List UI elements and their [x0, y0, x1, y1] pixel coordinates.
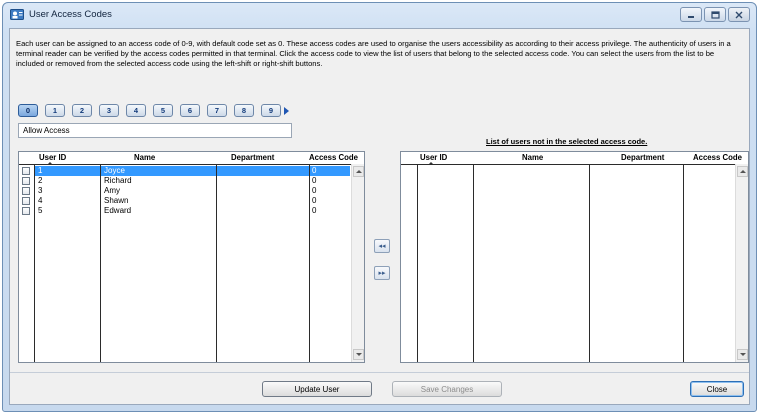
table-row[interactable]: 3 Amy 0	[19, 186, 364, 196]
arrow-up-icon	[355, 170, 362, 173]
minimize-icon	[688, 15, 694, 18]
window-title: User Access Codes	[29, 9, 112, 20]
cell-user-id: 5	[38, 206, 43, 215]
access-code-button-9[interactable]: 9	[261, 104, 281, 117]
table-row[interactable]: 2 Richard 0	[19, 176, 364, 186]
access-code-button-2[interactable]: 2	[72, 104, 92, 117]
maximize-button[interactable]	[704, 7, 726, 22]
cell-access-code: 0	[312, 166, 317, 175]
column-access-code[interactable]: Access Code	[693, 153, 742, 162]
arrow-up-icon	[739, 170, 746, 173]
maximize-icon	[710, 10, 720, 19]
right-shift-button[interactable]: ▸▸	[374, 266, 390, 280]
column-department[interactable]: Department	[231, 153, 274, 162]
right-list-title: List of users not in the selected access…	[486, 137, 648, 146]
column-department[interactable]: Department	[621, 153, 664, 162]
cell-name: Joyce	[104, 166, 125, 175]
access-code-button-8[interactable]: 8	[234, 104, 254, 117]
access-code-button-0[interactable]: 0	[18, 104, 38, 117]
title-bar[interactable]: User Access Codes	[3, 3, 756, 27]
access-code-button-3[interactable]: 3	[99, 104, 119, 117]
scroll-down-button[interactable]	[737, 349, 748, 360]
grid-header: User ID Name Department Access Code	[19, 152, 364, 165]
dialog-body: Each user can be assigned to an access c…	[9, 28, 750, 405]
table-row[interactable]: 4 Shawn 0	[19, 196, 364, 206]
cell-name: Edward	[104, 206, 132, 215]
cell-access-code: 0	[312, 196, 317, 205]
arrow-down-icon	[739, 353, 746, 356]
column-divider	[34, 164, 35, 362]
minimize-button[interactable]	[680, 7, 702, 22]
users-app-icon	[10, 9, 24, 20]
column-access-code[interactable]: Access Code	[309, 153, 358, 162]
row-checkbox[interactable]	[22, 187, 30, 195]
column-divider	[589, 164, 590, 362]
cell-user-id: 4	[38, 196, 43, 205]
grid-body: 1 Joyce 0 2 Richard 0 3 Amy 0 4 Shawn 0 5 Edward 0	[19, 164, 364, 362]
column-divider	[216, 164, 217, 362]
row-checkbox[interactable]	[22, 177, 30, 185]
table-row[interactable]: 5 Edward 0	[19, 206, 364, 216]
update-user-button[interactable]: Update User	[262, 381, 372, 397]
user-access-codes-window: User Access Codes Each user can be assig…	[2, 2, 757, 412]
save-changes-button[interactable]: Save Changes	[392, 381, 502, 397]
row-checkbox[interactable]	[22, 207, 30, 215]
cell-access-code: 0	[312, 206, 317, 215]
column-divider	[309, 164, 310, 362]
access-code-button-4[interactable]: 4	[126, 104, 146, 117]
close-button[interactable]: Close	[690, 381, 744, 397]
column-divider	[473, 164, 474, 362]
column-user-id[interactable]: User ID	[39, 153, 66, 162]
column-divider	[417, 164, 418, 362]
scroll-up-button[interactable]	[737, 166, 748, 177]
access-code-button-7[interactable]: 7	[207, 104, 227, 117]
row-highlight	[35, 166, 350, 176]
cell-name: Shawn	[104, 196, 129, 205]
users-not-in-code-grid[interactable]: User ID Name Department Access Code	[400, 151, 749, 363]
close-window-button[interactable]	[728, 7, 750, 22]
table-row[interactable]: 1 Joyce 0	[19, 166, 364, 176]
cell-access-code: 0	[312, 176, 317, 185]
grid-body	[401, 164, 748, 362]
row-checkbox[interactable]	[22, 167, 30, 175]
scroll-down-button[interactable]	[353, 349, 364, 360]
row-checkbox[interactable]	[22, 197, 30, 205]
cell-user-id: 2	[38, 176, 43, 185]
column-user-id[interactable]: User ID	[420, 153, 447, 162]
cell-access-code: 0	[312, 186, 317, 195]
footer-divider	[10, 372, 749, 373]
column-name[interactable]: Name	[134, 153, 155, 162]
users-in-code-grid[interactable]: User ID Name Department Access Code 1 Joy…	[18, 151, 365, 363]
column-name[interactable]: Name	[522, 153, 543, 162]
scroll-up-button[interactable]	[353, 166, 364, 177]
vertical-scrollbar[interactable]	[351, 164, 364, 362]
column-divider	[683, 164, 684, 362]
window-controls	[680, 7, 750, 22]
cell-user-id: 1	[38, 166, 43, 175]
left-shift-button[interactable]: ◂◂	[374, 239, 390, 253]
close-icon	[735, 11, 743, 18]
access-code-button-1[interactable]: 1	[45, 104, 65, 117]
access-code-name-field[interactable]: Allow Access	[18, 123, 292, 138]
arrow-down-icon	[355, 353, 362, 356]
grid-header: User ID Name Department Access Code	[401, 152, 748, 165]
vertical-scrollbar[interactable]	[735, 164, 748, 362]
cell-user-id: 3	[38, 186, 43, 195]
access-code-tabs: 0123456789	[18, 104, 289, 117]
column-divider	[100, 164, 101, 362]
instructions-text: Each user can be assigned to an access c…	[16, 39, 731, 68]
cell-name: Richard	[104, 176, 132, 185]
access-code-button-5[interactable]: 5	[153, 104, 173, 117]
access-code-button-6[interactable]: 6	[180, 104, 200, 117]
cell-name: Amy	[104, 186, 120, 195]
next-codes-arrow-icon[interactable]	[284, 106, 289, 115]
